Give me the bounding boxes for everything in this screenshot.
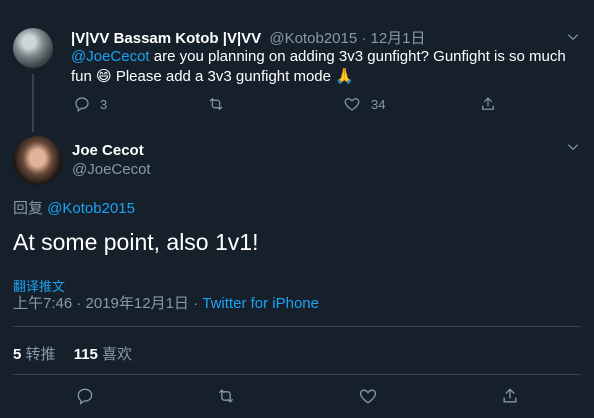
parent-author-handle[interactable]: @Kotob2015 — [269, 30, 357, 47]
like-count: 34 — [371, 96, 386, 112]
like-action[interactable]: 34 — [343, 95, 385, 113]
parent-author-name[interactable]: |V|VV Bassam Kotob |V|VV — [71, 30, 261, 47]
replying-handle[interactable]: @Kotob2015 — [47, 200, 135, 217]
share-icon — [479, 95, 497, 113]
parent-header: |V|VV Bassam Kotob |V|VV @Kotob2015 · 12… — [71, 27, 426, 48]
likes-stat[interactable]: 115 喜欢 — [74, 346, 132, 363]
tweet-source[interactable]: Twitter for iPhone — [202, 295, 319, 312]
timestamp-line: 上午7:46 · 2019年12月1日 · Twitter for iPhone — [13, 292, 319, 313]
chevron-down-icon[interactable] — [566, 30, 580, 47]
retweets-label: 转推 — [21, 346, 56, 363]
parent-tweet-text: @JoeCecot are you planning on adding 3v3… — [71, 47, 571, 87]
like-icon[interactable] — [358, 386, 378, 411]
retweet-icon — [206, 95, 226, 113]
retweets-stat[interactable]: 5 转推 — [13, 346, 56, 363]
divider — [13, 374, 581, 375]
main-author-name[interactable]: Joe Cecot — [72, 142, 144, 159]
tweet-time[interactable]: 上午7:46 · 2019年12月1日 · — [13, 295, 202, 312]
meta-dot: · — [361, 30, 367, 47]
likes-label: 喜欢 — [97, 346, 133, 363]
retweet-icon[interactable] — [215, 386, 237, 411]
retweet-action[interactable] — [206, 95, 226, 113]
parent-date[interactable]: 12月1日 — [371, 30, 426, 47]
divider — [13, 326, 581, 327]
share-icon[interactable] — [500, 386, 520, 411]
thread-line — [32, 74, 34, 132]
main-avatar[interactable] — [13, 136, 62, 185]
chevron-down-icon[interactable] — [566, 140, 580, 157]
engagement-stats: 5 转推 115 喜欢 — [13, 343, 132, 364]
replying-to: 回复 @Kotob2015 — [13, 197, 135, 218]
share-action[interactable] — [479, 95, 497, 113]
main-tweet-text: At some point, also 1v1! — [13, 229, 259, 255]
replying-label: 回复 — [13, 200, 48, 217]
parent-avatar[interactable] — [13, 28, 53, 68]
main-author-handle[interactable]: @JoeCecot — [72, 161, 151, 178]
likes-count: 115 — [73, 346, 98, 363]
reply-icon — [73, 95, 91, 113]
mention-link[interactable]: @JoeCecot — [71, 48, 150, 65]
like-icon — [343, 95, 361, 113]
reply-count: 3 — [100, 96, 108, 112]
reply-icon[interactable] — [75, 386, 95, 411]
reply-action[interactable]: 3 — [73, 95, 107, 113]
